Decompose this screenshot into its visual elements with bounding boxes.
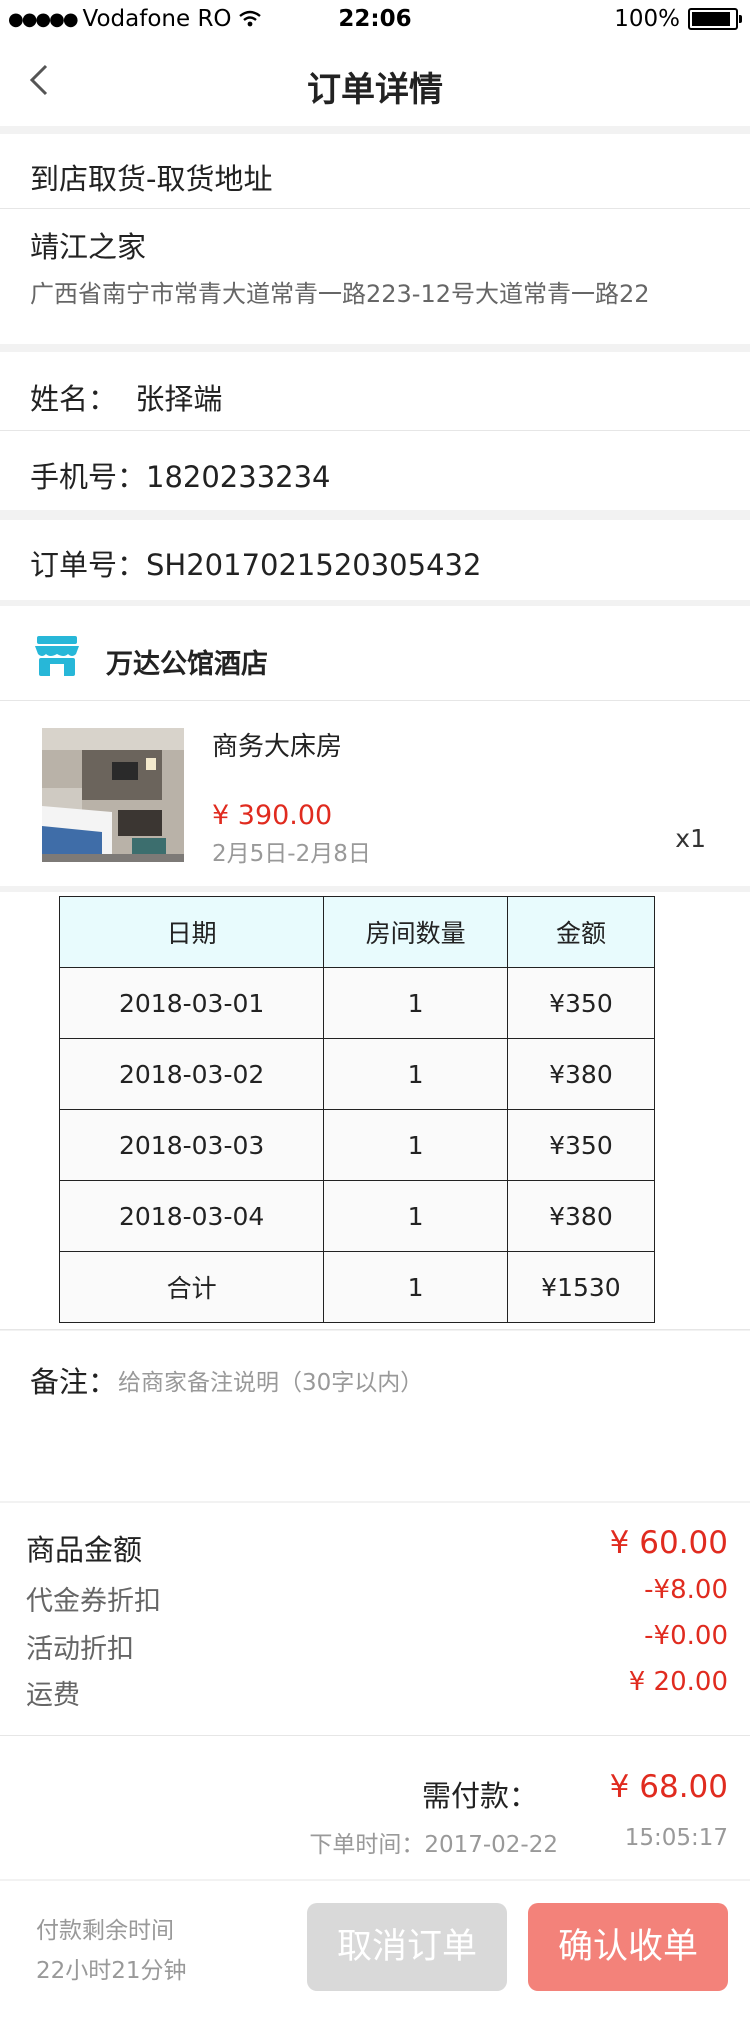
pickup-section: 到店取货-取货地址 靖江之家 广西省南宁市常青大道常青一路223-12号大道常青… xyxy=(0,134,750,344)
table-header-cell: 房间数量 xyxy=(323,896,508,968)
table-cell: ¥1530 xyxy=(506,1251,656,1323)
room-table: 日期 房间数量 金额 2018-03-01 1 ¥350 2018-03-02 … xyxy=(58,896,656,1323)
table-cell: 2018-03-02 xyxy=(58,1038,325,1110)
table-cell: 1 xyxy=(323,1251,508,1323)
table-total-row: 合计 1 ¥1530 xyxy=(58,1251,656,1323)
contact-phone: 手机号：1820233234 xyxy=(30,460,331,494)
room-table-section: 日期 房间数量 金额 2018-03-01 1 ¥350 2018-03-02 … xyxy=(0,892,750,1330)
pay-label: 需付款： xyxy=(421,1779,538,1813)
remark-label: 备注： xyxy=(30,1365,118,1399)
shop-section: 万达公馆酒店 商务大床房 ¥ 390.00 2月5日-2月8日 x1 xyxy=(0,606,750,886)
pickup-address: 广西省南宁市常青大道常青一路223-12号大道常青一路22 xyxy=(30,280,650,308)
contact-name: 姓名： 张择端 xyxy=(30,382,223,416)
activity-value: -¥0.00 xyxy=(644,1621,728,1651)
table-header-cell: 金额 xyxy=(506,896,656,968)
table-cell: 2018-03-03 xyxy=(58,1109,325,1181)
product-price: ¥ 390.00 xyxy=(212,800,333,831)
remark-input[interactable]: 给商家备注说明（30字以内） xyxy=(118,1363,423,1397)
table-cell: 2018-03-01 xyxy=(58,967,325,1039)
confirm-receipt-button[interactable]: 确认收单 xyxy=(528,1903,728,1991)
remark-section: 备注： 给商家备注说明（30字以内） xyxy=(0,1331,750,1501)
product-image[interactable] xyxy=(42,728,184,862)
pickup-store-name: 靖江之家 xyxy=(30,230,147,264)
divider xyxy=(0,1329,750,1330)
table-header-row: 日期 房间数量 金额 xyxy=(58,896,656,968)
remaining-time-value: 22小时21分钟 xyxy=(36,1958,187,1984)
table-row: 2018-03-04 1 ¥380 xyxy=(58,1180,656,1252)
battery-percent: 100% xyxy=(614,6,680,32)
order-number: 订单号：SH2017021520305432 xyxy=(30,548,482,582)
order-time-clock: 15:05:17 xyxy=(624,1825,728,1851)
order-time-label: 下单时间：2017-02-22 xyxy=(309,1832,558,1858)
table-cell: 合计 xyxy=(58,1251,325,1323)
status-bar: ●●●●● Vodafone RO 22:06 100% xyxy=(0,0,750,40)
pickup-label: 到店取货-取货地址 xyxy=(30,162,273,196)
table-header-cell: 日期 xyxy=(58,896,325,968)
shipping-value: ¥ 20.00 xyxy=(628,1667,728,1697)
coupon-value: -¥8.00 xyxy=(644,1575,728,1605)
coupon-label: 代金券折扣 xyxy=(26,1586,161,1617)
pay-value: ¥ 68.00 xyxy=(609,1769,728,1805)
table-row: 2018-03-03 1 ¥350 xyxy=(58,1109,656,1181)
product-dates: 2月5日-2月8日 xyxy=(212,841,371,867)
divider xyxy=(0,208,750,209)
battery-icon xyxy=(688,8,742,30)
table-cell: ¥380 xyxy=(506,1038,656,1110)
activity-label: 活动折扣 xyxy=(26,1634,134,1665)
shipping-label: 运费 xyxy=(26,1680,80,1711)
table-cell: 1 xyxy=(323,1038,508,1110)
price-summary: 商品金额 ¥ 60.00 代金券折扣 -¥8.00 活动折扣 -¥0.00 运费… xyxy=(0,1503,750,1879)
divider xyxy=(0,1735,750,1736)
goods-amount-value: ¥ 60.00 xyxy=(609,1525,728,1561)
nav-bar: 订单详情 xyxy=(0,40,750,126)
divider xyxy=(0,700,750,701)
store-icon xyxy=(35,636,79,676)
table-row: 2018-03-02 1 ¥380 xyxy=(58,1038,656,1110)
table-cell: ¥380 xyxy=(506,1180,656,1252)
shop-name: 万达公馆酒店 xyxy=(106,649,268,680)
page-title: 订单详情 xyxy=(307,70,443,110)
footer-bar: 付款剩余时间 22小时21分钟 取消订单 确认收单 xyxy=(0,1881,750,2021)
table-cell: 1 xyxy=(323,967,508,1039)
table-row: 2018-03-01 1 ¥350 xyxy=(58,967,656,1039)
product-quantity: x1 xyxy=(675,824,706,853)
goods-amount-label: 商品金额 xyxy=(26,1533,143,1567)
table-cell: ¥350 xyxy=(506,1109,656,1181)
divider xyxy=(0,430,750,431)
remaining-time-label: 付款剩余时间 xyxy=(36,1918,174,1944)
table-cell: 2018-03-04 xyxy=(58,1180,325,1252)
table-cell: ¥350 xyxy=(506,967,656,1039)
table-cell: 1 xyxy=(323,1180,508,1252)
product-name: 商务大床房 xyxy=(212,732,343,762)
contact-section: 姓名： 张择端 手机号：1820233234 xyxy=(0,352,750,510)
cancel-order-button[interactable]: 取消订单 xyxy=(307,1903,507,1991)
order-number-section: 订单号：SH2017021520305432 xyxy=(0,520,750,600)
table-cell: 1 xyxy=(323,1109,508,1181)
